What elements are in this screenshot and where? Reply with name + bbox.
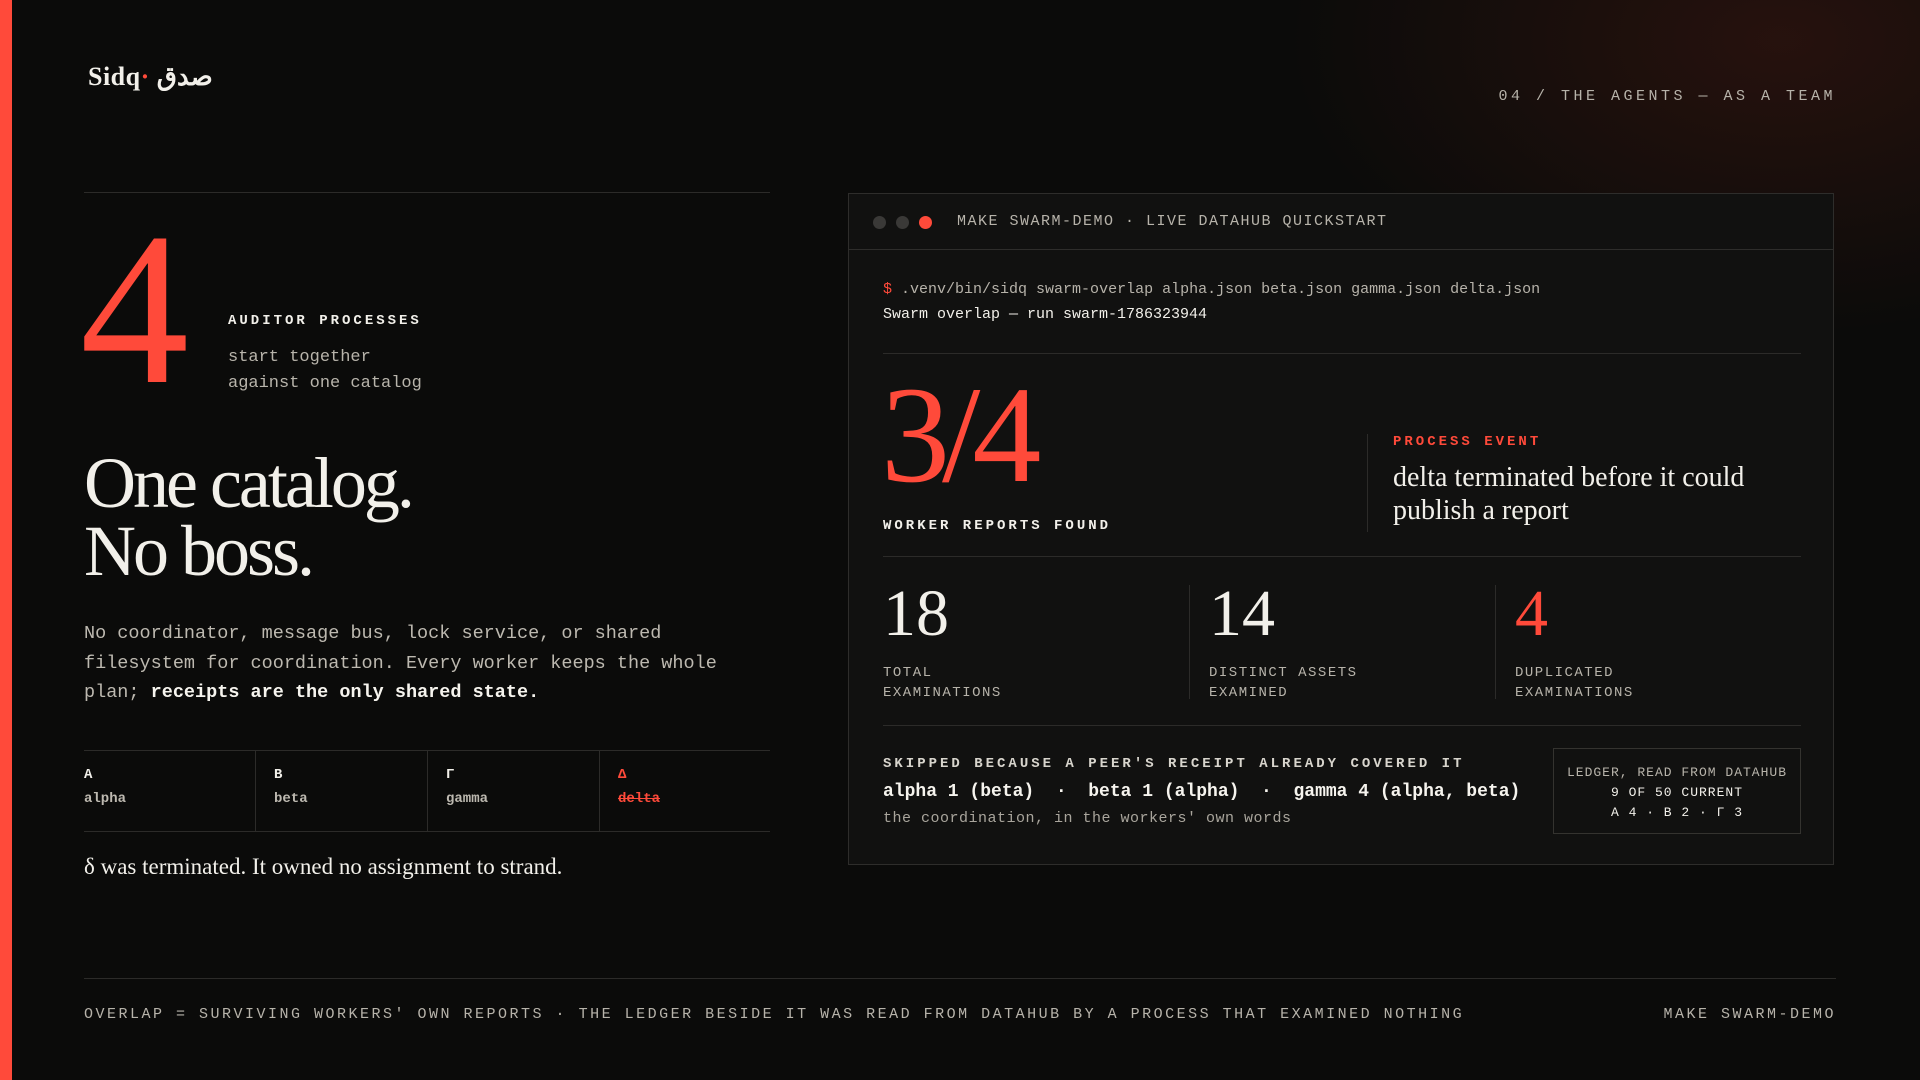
worker-glyph: Α <box>84 766 93 783</box>
stat-label: DISTINCT ASSETS EXAMINED <box>1209 665 1358 701</box>
worker-name: gamma <box>446 790 489 807</box>
stats-row: 18 TOTAL EXAMINATIONS 14 DISTINCT ASSETS… <box>883 557 1801 725</box>
stat-label: TOTAL EXAMINATIONS <box>883 665 1002 701</box>
reports-found-block: 3/4 WORKER REPORTS FOUND PROCESS EVENT d… <box>881 354 1801 556</box>
terminal-command: $ .venv/bin/sidq swarm-overlap alpha.jso… <box>883 281 1541 298</box>
stat-duplicated-examinations: 4 DUPLICATED EXAMINATIONS <box>1515 581 1634 703</box>
footer-caption: OVERLAP = SURVIVING WORKERS' OWN REPORTS… <box>84 1006 1465 1023</box>
worker-gamma: Γ gamma <box>428 750 600 831</box>
terminal-output: Swarm overlap — run swarm-1786323944 <box>883 306 1208 323</box>
brand-logo: Sidq· صدق <box>88 62 213 91</box>
headline: One catalog. No boss. <box>84 443 415 591</box>
prompt-symbol: $ <box>883 281 893 298</box>
skipped-note: the coordination, in the workers' own wo… <box>883 810 1292 827</box>
stat-total-examinations: 18 TOTAL EXAMINATIONS <box>883 581 1002 703</box>
ledger-current: 9 OF 50 CURRENT <box>1610 785 1744 800</box>
footer-command: MAKE SWARM-DEMO <box>1663 1006 1836 1023</box>
stat-value: 4 <box>1515 577 1548 650</box>
worker-name: delta <box>618 790 661 807</box>
worker-delta: Δ delta <box>600 751 770 831</box>
worker-name: beta <box>274 790 308 807</box>
brand-name: Sidq <box>88 62 141 91</box>
stat-distinct-assets: 14 DISTINCT ASSETS EXAMINED <box>1209 581 1358 703</box>
ledger-box: LEDGER, READ FROM DATAHUB 9 OF 50 CURREN… <box>1553 748 1801 834</box>
termination-note: δ was terminated. It owned no assignment… <box>84 853 563 879</box>
description-paragraph: No coordinator, message bus, lock servic… <box>84 623 717 703</box>
hero-count-sub: start together against one catalog <box>228 348 422 393</box>
reports-found-ratio: 3/4 <box>881 358 1041 511</box>
description-emphasis: receipts are the only shared state. <box>150 682 540 703</box>
skipped-title: SKIPPED BECAUSE A PEER'S RECEIPT ALREADY… <box>883 756 1465 772</box>
terminal-title: MAKE SWARM-DEMO · LIVE DATAHUB QUICKSTAR… <box>957 213 1388 230</box>
window-dot-active-icon <box>919 216 932 229</box>
hero-count-label: AUDITOR PROCESSES <box>228 313 422 329</box>
brand-arabic: صدق <box>156 62 213 91</box>
worker-glyph: Β <box>274 766 283 783</box>
section-label: 04 / THE AGENTS — AS A TEAM <box>1498 88 1836 105</box>
reports-found-label: WORKER REPORTS FOUND <box>883 518 1112 534</box>
skipped-items: alpha 1 (beta) · beta 1 (alpha) · gamma … <box>883 782 1521 802</box>
workers-strip: Α alpha Β beta Γ gamma Δ delta <box>84 749 770 832</box>
hero-count-block: 4 AUDITOR PROCESSES start together again… <box>80 193 770 419</box>
stat-value: 14 <box>1209 577 1275 650</box>
worker-alpha: Α alpha <box>84 750 256 831</box>
ledger-breakdown: Α 4 · Β 2 · Γ 3 <box>1610 805 1744 820</box>
stat-value: 18 <box>883 577 949 650</box>
divider <box>1367 434 1368 532</box>
window-dot-icon <box>896 216 909 229</box>
ledger-header: LEDGER, READ FROM DATAHUB <box>1566 765 1788 780</box>
window-dot-icon <box>873 216 886 229</box>
terminal-body: $ .venv/bin/sidq swarm-overlap alpha.jso… <box>881 249 1801 846</box>
divider <box>1189 585 1190 699</box>
terminal-titlebar: MAKE SWARM-DEMO · LIVE DATAHUB QUICKSTAR… <box>849 194 1833 250</box>
worker-glyph: Δ <box>618 766 627 783</box>
worker-beta: Β beta <box>256 750 428 831</box>
accent-bar <box>0 0 12 1080</box>
stat-label: DUPLICATED EXAMINATIONS <box>1515 665 1634 701</box>
process-event-text: delta terminated before it could publish… <box>1393 462 1745 526</box>
process-event-label: PROCESS EVENT <box>1393 434 1542 450</box>
worker-name: alpha <box>84 790 127 807</box>
worker-glyph: Γ <box>446 766 455 783</box>
divider <box>1495 585 1496 699</box>
terminal-window: MAKE SWARM-DEMO · LIVE DATAHUB QUICKSTAR… <box>848 193 1834 865</box>
hero-count: 4 <box>80 189 189 430</box>
left-column: 4 AUDITOR PROCESSES start together again… <box>80 192 770 880</box>
skipped-block: SKIPPED BECAUSE A PEER'S RECEIPT ALREADY… <box>883 726 1801 846</box>
footer-divider <box>84 978 1836 979</box>
